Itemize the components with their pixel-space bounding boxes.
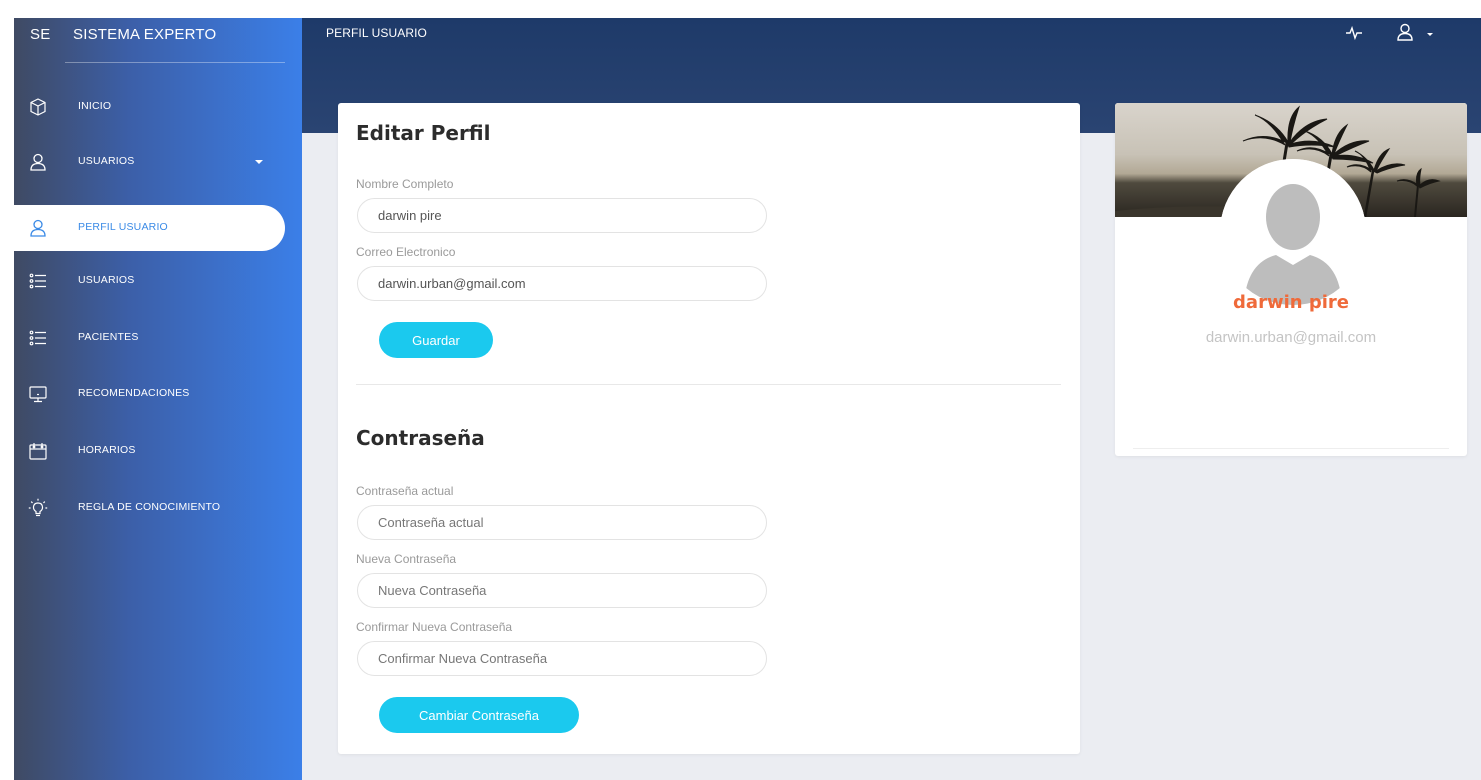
brand-short: SE bbox=[30, 26, 51, 43]
name-field-wrapper bbox=[357, 198, 767, 233]
email-field-wrapper bbox=[357, 266, 767, 301]
user-icon bbox=[28, 152, 48, 172]
sidebar-item-label: USUARIOS bbox=[78, 155, 135, 167]
current-password-label: Contraseña actual bbox=[356, 484, 454, 498]
sidebar-item-label: USUARIOS bbox=[78, 274, 135, 286]
new-password-label: Nueva Contraseña bbox=[356, 552, 457, 566]
sidebar-item-recomendaciones[interactable]: RECOMENDACIONES bbox=[14, 374, 302, 414]
sidebar-item-label: INICIO bbox=[78, 100, 112, 112]
sidebar-item-label: REGLA DE CONOCIMIENTO bbox=[78, 501, 221, 513]
cube-icon bbox=[28, 97, 48, 117]
brand-name: SISTEMA EXPERTO bbox=[73, 26, 217, 43]
change-password-button[interactable]: Cambiar Contraseña bbox=[379, 697, 579, 733]
app-frame: SE SISTEMA EXPERTO INICIO USUARIOS PERFI… bbox=[14, 18, 1481, 780]
bulb-icon bbox=[28, 498, 48, 518]
caret-down-icon[interactable] bbox=[1427, 33, 1433, 36]
sidebar-item-pacientes[interactable]: PACIENTES bbox=[14, 318, 302, 358]
email-label: Correo Electronico bbox=[356, 245, 456, 259]
new-password-field[interactable] bbox=[378, 574, 758, 607]
confirm-password-label: Confirmar Nueva Contraseña bbox=[356, 620, 513, 634]
name-label: Nombre Completo bbox=[356, 177, 454, 191]
sidebar-item-usuarios[interactable]: USUARIOS bbox=[14, 261, 302, 301]
profile-name: darwin pire bbox=[1233, 292, 1349, 313]
sidebar-item-label: PERFIL USUARIO bbox=[78, 221, 168, 233]
page-title: PERFIL USUARIO bbox=[326, 26, 427, 40]
email-field[interactable] bbox=[378, 267, 758, 300]
new-password-wrapper bbox=[357, 573, 767, 608]
monitor-icon bbox=[28, 384, 48, 404]
name-field[interactable] bbox=[378, 199, 758, 232]
avatar bbox=[1220, 159, 1366, 305]
profile-summary-card: darwin pire darwin.urban@gmail.com bbox=[1115, 103, 1467, 456]
confirm-password-field[interactable] bbox=[378, 642, 758, 675]
sidebar-item-label: PACIENTES bbox=[78, 331, 139, 343]
brand-divider bbox=[65, 62, 285, 63]
list-icon bbox=[28, 328, 48, 348]
brand[interactable]: SE SISTEMA EXPERTO bbox=[14, 18, 302, 62]
password-title: Contraseña bbox=[356, 426, 485, 450]
edit-profile-card: Editar Perfil Nombre Completo Correo Ele… bbox=[338, 103, 1080, 754]
chevron-down-icon bbox=[255, 160, 263, 164]
sidebar: SE SISTEMA EXPERTO INICIO USUARIOS PERFI… bbox=[14, 18, 302, 780]
current-password-field[interactable] bbox=[378, 506, 758, 539]
sidebar-item-label: HORARIOS bbox=[78, 444, 136, 456]
user-icon bbox=[28, 218, 48, 238]
sidebar-item-perfil-usuario[interactable]: PERFIL USUARIO bbox=[14, 205, 285, 251]
sidebar-item-horarios[interactable]: HORARIOS bbox=[14, 431, 302, 471]
user-menu-icon[interactable] bbox=[1395, 22, 1415, 42]
calendar-icon bbox=[28, 441, 48, 461]
sidebar-item-inicio[interactable]: INICIO bbox=[14, 87, 302, 127]
profile-divider bbox=[1133, 448, 1449, 449]
sidebar-item-label: RECOMENDACIONES bbox=[78, 387, 190, 399]
current-password-wrapper bbox=[357, 505, 767, 540]
confirm-password-wrapper bbox=[357, 641, 767, 676]
save-button[interactable]: Guardar bbox=[379, 322, 493, 358]
sidebar-item-regla-de-conocimiento[interactable]: REGLA DE CONOCIMIENTO bbox=[14, 488, 302, 528]
list-icon bbox=[28, 271, 48, 291]
sidebar-item-usuarios-menu[interactable]: USUARIOS bbox=[14, 142, 302, 182]
section-divider bbox=[356, 384, 1061, 385]
profile-email: darwin.urban@gmail.com bbox=[1205, 329, 1377, 346]
pulse-icon[interactable] bbox=[1345, 24, 1363, 42]
edit-profile-title: Editar Perfil bbox=[356, 121, 491, 145]
